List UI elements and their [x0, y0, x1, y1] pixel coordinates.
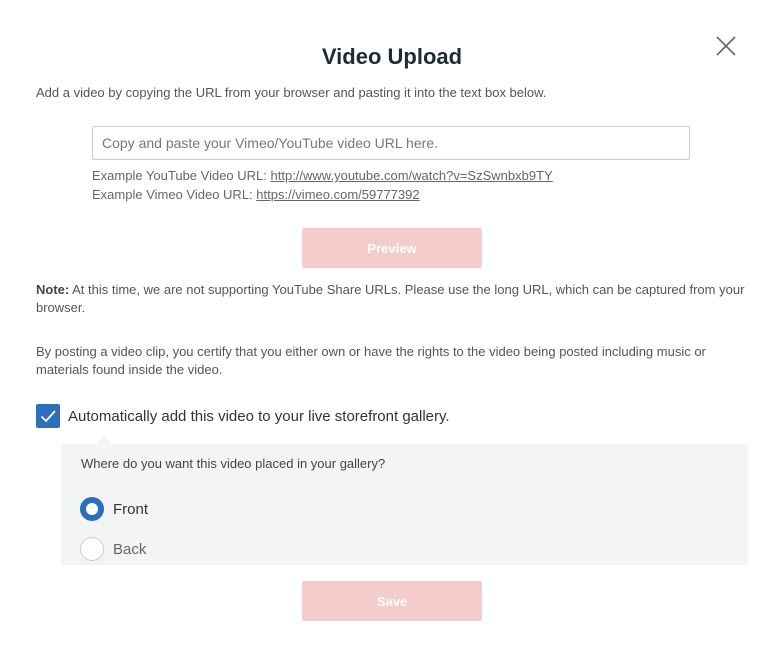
front-radio-label[interactable]: Front	[113, 501, 148, 518]
preview-button[interactable]: Preview	[302, 228, 482, 268]
front-radio[interactable]	[80, 497, 104, 521]
close-icon[interactable]	[712, 32, 740, 60]
vimeo-example: Example Vimeo Video URL: https://vimeo.c…	[92, 187, 420, 202]
checkmark-icon	[40, 410, 56, 423]
auto-add-checkbox[interactable]	[36, 404, 60, 428]
auto-add-label[interactable]: Automatically add this video to your liv…	[68, 408, 450, 425]
vimeo-example-link[interactable]: https://vimeo.com/59777392	[256, 187, 419, 202]
certify-text: By posting a video clip, you certify tha…	[36, 344, 706, 377]
back-radio[interactable]	[80, 537, 104, 561]
placement-question: Where do you want this video placed in y…	[81, 456, 386, 471]
intro-text: Add a video by copying the URL from your…	[36, 85, 547, 100]
note-body: At this time, we are not supporting YouT…	[36, 282, 745, 315]
save-button[interactable]: Save	[302, 581, 482, 621]
placement-panel: Where do you want this video placed in y…	[61, 444, 748, 565]
youtube-example-label: Example YouTube Video URL:	[92, 168, 271, 183]
youtube-example: Example YouTube Video URL: http://www.yo…	[92, 168, 553, 183]
youtube-example-link[interactable]: http://www.youtube.com/watch?v=SzSwnbxb9…	[271, 168, 553, 183]
note-text: Note: At this time, we are not supportin…	[36, 281, 756, 317]
vimeo-example-label: Example Vimeo Video URL:	[92, 187, 257, 202]
video-url-input[interactable]	[92, 126, 690, 160]
back-radio-label[interactable]: Back	[113, 541, 146, 558]
video-upload-dialog: Video Upload Add a video by copying the …	[0, 0, 766, 652]
dialog-title: Video Upload	[321, 44, 463, 69]
note-label: Note:	[36, 282, 70, 297]
